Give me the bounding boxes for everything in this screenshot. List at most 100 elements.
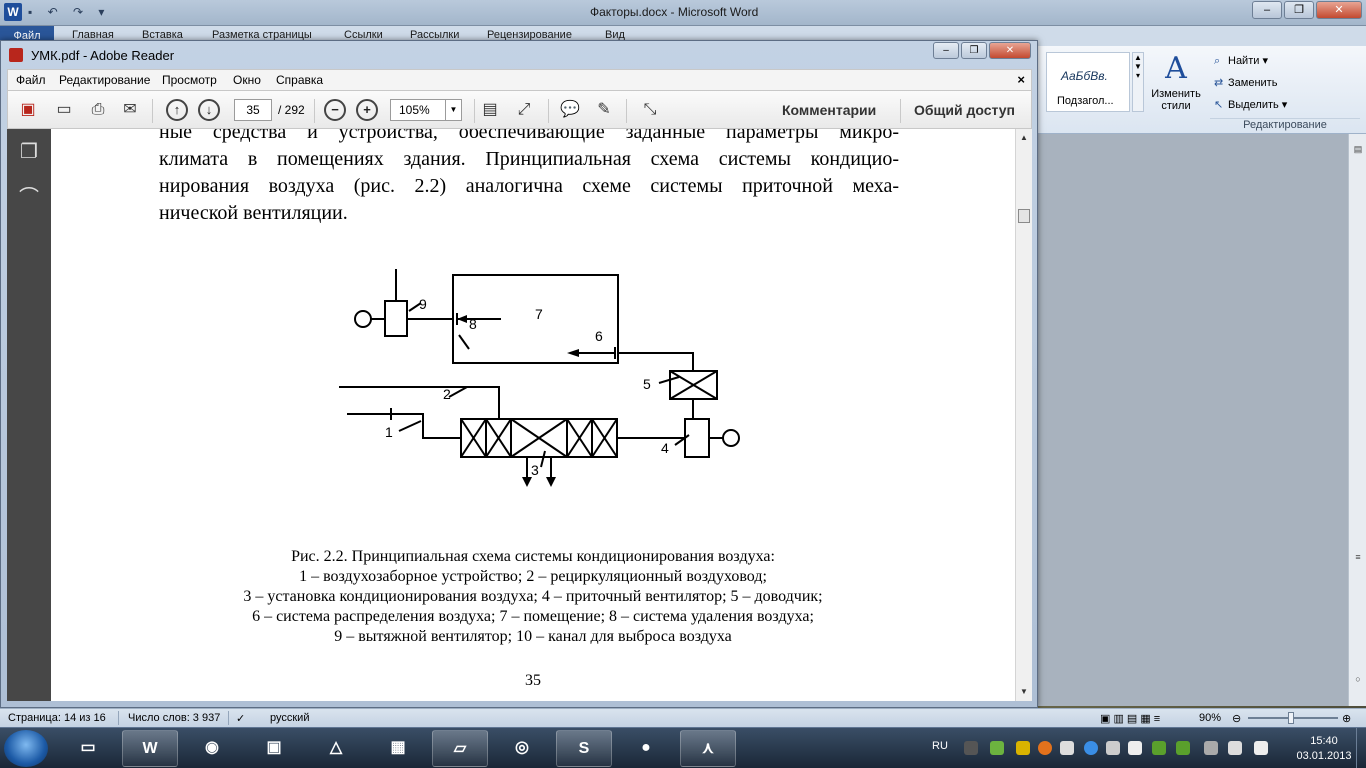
select-button[interactable]: ↖ Выделить ▾ bbox=[1210, 94, 1360, 116]
keyboard-language[interactable]: RU bbox=[932, 740, 948, 752]
browse-object-icon[interactable]: ○ bbox=[1352, 674, 1364, 686]
page-count-status[interactable]: Страница: 14 из 16 bbox=[8, 712, 106, 724]
ruler-toggle-icon[interactable]: ▤ bbox=[1352, 144, 1364, 156]
style-gallery-item[interactable]: АаБбВв. Подзагол... bbox=[1046, 52, 1130, 112]
taskbar-acrobat-icon[interactable]: ⋏ bbox=[680, 730, 736, 767]
create-pdf-icon[interactable]: ▣ bbox=[16, 99, 40, 121]
diagram-label-5: 5 bbox=[643, 376, 651, 392]
save-icon[interactable]: ▭ bbox=[52, 99, 76, 121]
tray-clock[interactable]: 15:40 03.01.2013 bbox=[1294, 734, 1354, 764]
menu-edit[interactable]: Редактирование bbox=[59, 73, 150, 87]
figure-caption-line: 6 – система распределения воздуха; 7 – п… bbox=[252, 608, 814, 625]
style-gallery-scroll[interactable]: ▲ ▼ ▾ bbox=[1132, 52, 1144, 112]
share-panel-button[interactable]: Общий доступ bbox=[914, 102, 1015, 118]
word-vertical-scrollbar[interactable]: ▤ ≡ ○ bbox=[1348, 134, 1366, 706]
figure-caption-line: 1 – воздухозаборное устройство; 2 – реци… bbox=[299, 568, 767, 585]
maximize-button[interactable]: ❐ bbox=[1284, 1, 1314, 19]
word-window-controls: – ❐ ✕ bbox=[1252, 1, 1362, 19]
menu-help[interactable]: Справка bbox=[276, 73, 323, 87]
paragraph-line: ные средства и устройства, обеспечивающи… bbox=[159, 129, 899, 143]
previous-page-icon[interactable]: ↑ bbox=[166, 99, 188, 121]
fit-page-icon[interactable]: ▤ bbox=[478, 99, 502, 121]
diagram-label-6: 6 bbox=[595, 328, 603, 344]
menu-file[interactable]: Файл bbox=[16, 73, 46, 87]
highlight-icon[interactable]: ✎ bbox=[592, 99, 616, 121]
quick-access-toolbar[interactable]: ▪ ↶ ↷ ▾ bbox=[28, 5, 110, 19]
tray-check-icon[interactable] bbox=[1176, 741, 1190, 755]
tray-alert-icon[interactable] bbox=[1038, 741, 1052, 755]
style-name: Подзагол... bbox=[1057, 95, 1114, 107]
fit-width-icon[interactable]: ⤢ bbox=[512, 99, 536, 121]
editing-group: ⌕ Найти ▾ ⇄ Заменить ↖ Выделить ▾ Редактиро… bbox=[1210, 50, 1360, 131]
reader-minimize-button[interactable]: – bbox=[933, 42, 959, 59]
tray-tool-icon[interactable] bbox=[1060, 741, 1074, 755]
change-styles-button[interactable]: A Изменить стили bbox=[1146, 50, 1206, 120]
zoom-level[interactable]: 90% bbox=[1199, 712, 1221, 724]
pdf-scroll-thumb[interactable] bbox=[1018, 209, 1030, 223]
taskbar-triangle-icon[interactable]: △ bbox=[308, 730, 364, 767]
taskbar-calculator-icon[interactable]: ▦ bbox=[370, 730, 426, 767]
find-button[interactable]: ⌕ Найти ▾ bbox=[1210, 50, 1360, 72]
show-desktop-button[interactable] bbox=[1356, 728, 1366, 768]
zoom-slider-thumb[interactable] bbox=[1288, 712, 1294, 724]
email-icon[interactable]: ✉ bbox=[118, 99, 142, 121]
comments-panel-button[interactable]: Комментарии bbox=[782, 102, 876, 118]
word-logo-icon[interactable]: W bbox=[4, 3, 22, 21]
start-button[interactable] bbox=[4, 730, 48, 767]
zoom-select[interactable]: 105% ▼ bbox=[390, 99, 462, 121]
taskbar-folder-icon[interactable]: ▱ bbox=[432, 730, 488, 767]
menu-window[interactable]: Окно bbox=[233, 73, 261, 87]
tray-app-icon[interactable] bbox=[1016, 741, 1030, 755]
paragraph-line: климата в помещениях здания. Принципиаль… bbox=[159, 148, 899, 170]
pdf-page-view[interactable]: ные средства и устройства, обеспечивающи… bbox=[51, 129, 1015, 701]
replace-button[interactable]: ⇄ Заменить bbox=[1210, 72, 1360, 94]
tray-volume-icon[interactable] bbox=[1254, 741, 1268, 755]
tray-update-icon[interactable] bbox=[1084, 741, 1098, 755]
tray-wifi-icon[interactable] bbox=[1228, 741, 1242, 755]
next-page-icon[interactable]: ↓ bbox=[198, 99, 220, 121]
minimize-button[interactable]: – bbox=[1252, 1, 1282, 19]
taskbar-coin-icon[interactable]: ● bbox=[618, 730, 674, 767]
attachments-icon[interactable]: ⌒ bbox=[15, 181, 43, 209]
tray-usb-icon[interactable] bbox=[1204, 741, 1218, 755]
word-window-title: Факторы.docx - Microsoft Word bbox=[590, 5, 759, 19]
chevron-down-icon[interactable]: ▼ bbox=[445, 100, 461, 120]
tray-speaker-icon[interactable] bbox=[1106, 741, 1120, 755]
taskbar-chrome-icon[interactable]: ◉ bbox=[184, 730, 240, 767]
reader-maximize-button[interactable]: ❐ bbox=[961, 42, 987, 59]
menu-view[interactable]: Просмотр bbox=[162, 73, 217, 87]
scroll-down-icon[interactable]: ▼ bbox=[1020, 687, 1028, 696]
print-icon[interactable]: ⎙ bbox=[86, 99, 110, 121]
pdf-vertical-scrollbar[interactable]: ▲ ▼ bbox=[1015, 129, 1032, 701]
taskbar-skype-icon[interactable]: S bbox=[556, 730, 612, 767]
taskbar-explorer-icon[interactable]: ▭ bbox=[60, 730, 116, 767]
scroll-up-icon[interactable]: ▲ bbox=[1020, 133, 1028, 142]
zoom-in-button[interactable]: ⊕ bbox=[1342, 712, 1351, 725]
language-status[interactable]: русский bbox=[270, 712, 309, 724]
zoom-out-button[interactable]: ⊖ bbox=[1232, 712, 1241, 725]
reader-close-button[interactable]: ✕ bbox=[989, 42, 1031, 59]
tray-network-icon[interactable] bbox=[990, 741, 1004, 755]
zoom-out-icon[interactable]: − bbox=[324, 99, 346, 121]
spellcheck-icon[interactable]: ✓ bbox=[236, 712, 245, 725]
word-ribbon: АаБбВв. Подзагол... ▲ ▼ ▾ A Изменить стили… bbox=[1036, 46, 1366, 134]
change-styles-icon: A bbox=[1165, 51, 1187, 86]
taskbar-save-icon[interactable]: ▣ bbox=[246, 730, 302, 767]
scroll-thumb[interactable]: ≡ bbox=[1352, 552, 1364, 564]
comment-icon[interactable]: 💬 bbox=[558, 99, 582, 121]
tray-flag-icon[interactable] bbox=[1128, 741, 1142, 755]
view-buttons[interactable]: ▣ ▥ ▤ ▦ ≡ bbox=[1100, 712, 1160, 725]
page-number-input[interactable]: 35 bbox=[234, 99, 272, 121]
zoom-in-icon[interactable]: + bbox=[356, 99, 378, 121]
full-screen-icon[interactable]: ⤡ bbox=[638, 99, 662, 121]
page-thumbnails-icon[interactable]: ❐ bbox=[15, 139, 43, 167]
document-close-icon[interactable]: × bbox=[1017, 72, 1025, 87]
clock-date: 03.01.2013 bbox=[1296, 750, 1352, 762]
figure-caption-line: 9 – вытяжной вентилятор; 10 – канал для … bbox=[334, 628, 732, 645]
tray-keyboard-icon[interactable] bbox=[964, 741, 978, 755]
close-button[interactable]: ✕ bbox=[1316, 1, 1362, 19]
word-count-status[interactable]: Число слов: 3 937 bbox=[128, 712, 220, 724]
taskbar-word-icon[interactable]: W bbox=[122, 730, 178, 767]
taskbar-disc-icon[interactable]: ◎ bbox=[494, 730, 550, 767]
tray-shield-icon[interactable] bbox=[1152, 741, 1166, 755]
